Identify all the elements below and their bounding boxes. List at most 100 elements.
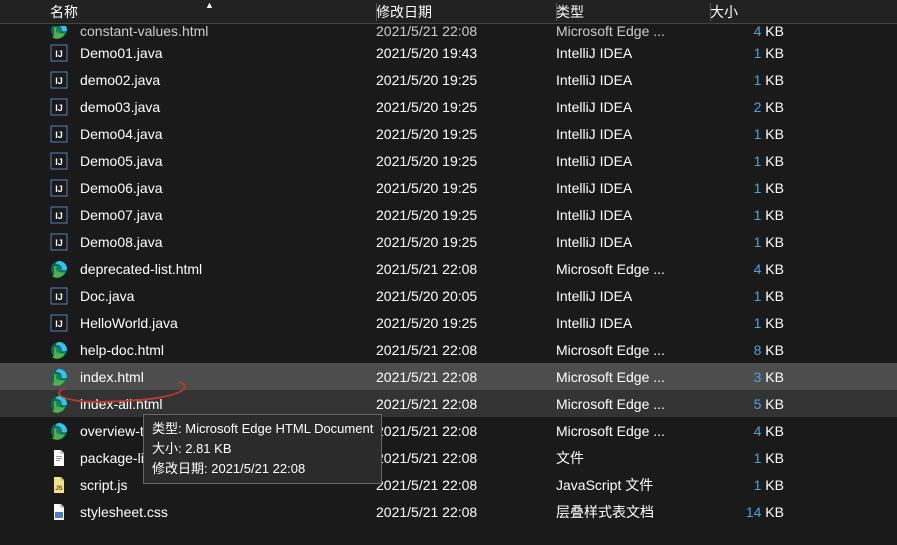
- intellij-icon: [50, 287, 68, 305]
- file-size: 8 KB: [714, 342, 784, 358]
- file-row[interactable]: Demo04.java2021/5/20 19:25IntelliJ IDEA1…: [0, 120, 897, 147]
- file-row[interactable]: package-list2021/5/21 22:08文件1 KB: [0, 444, 897, 471]
- file-row[interactable]: Demo01.java2021/5/20 19:43IntelliJ IDEA1…: [0, 39, 897, 66]
- file-name: index.html: [80, 369, 376, 385]
- file-date: 2021/5/21 22:08: [376, 423, 556, 439]
- file-date: 2021/5/20 20:05: [376, 288, 556, 304]
- file-type: Microsoft Edge ...: [556, 369, 714, 385]
- file-name: demo03.java: [80, 99, 376, 115]
- js-icon: [50, 476, 68, 494]
- file-list: constant-values.html2021/5/21 22:08Micro…: [0, 24, 897, 525]
- file-size: 1 KB: [714, 477, 784, 493]
- file-date: 2021/5/21 22:08: [376, 261, 556, 277]
- file-date: 2021/5/20 19:25: [376, 207, 556, 223]
- intellij-icon: [50, 44, 68, 62]
- file-row[interactable]: index-all.html2021/5/21 22:08Microsoft E…: [0, 390, 897, 417]
- file-size: 1 KB: [714, 153, 784, 169]
- file-row[interactable]: demo03.java2021/5/20 19:25IntelliJ IDEA2…: [0, 93, 897, 120]
- intellij-icon: [50, 71, 68, 89]
- file-date: 2021/5/20 19:25: [376, 180, 556, 196]
- file-size: 4 KB: [714, 26, 784, 39]
- file-row[interactable]: Demo07.java2021/5/20 19:25IntelliJ IDEA1…: [0, 201, 897, 228]
- edge-icon: [50, 368, 68, 386]
- file-size: 1 KB: [714, 72, 784, 88]
- file-size: 1 KB: [714, 207, 784, 223]
- file-size: 14 KB: [714, 504, 784, 520]
- file-type: Microsoft Edge ...: [556, 261, 714, 277]
- intellij-icon: [50, 233, 68, 251]
- tooltip-type-value: Microsoft Edge HTML Document: [185, 421, 373, 436]
- tooltip-size-label: 大小:: [152, 441, 185, 456]
- file-date: 2021/5/20 19:25: [376, 153, 556, 169]
- file-date: 2021/5/20 19:43: [376, 45, 556, 61]
- file-type: JavaScript 文件: [556, 475, 714, 495]
- file-row[interactable]: constant-values.html2021/5/21 22:08Micro…: [0, 26, 897, 39]
- column-separator[interactable]: [376, 3, 377, 21]
- file-row[interactable]: index.html2021/5/21 22:08Microsoft Edge …: [0, 363, 897, 390]
- file-type: Microsoft Edge ...: [556, 396, 714, 412]
- file-date: 2021/5/21 22:08: [376, 477, 556, 493]
- file-name: Demo07.java: [80, 207, 376, 223]
- file-date: 2021/5/20 19:25: [376, 72, 556, 88]
- file-row[interactable]: Doc.java2021/5/20 20:05IntelliJ IDEA1 KB: [0, 282, 897, 309]
- file-date: 2021/5/20 19:25: [376, 126, 556, 142]
- file-type: IntelliJ IDEA: [556, 234, 714, 250]
- file-type: Microsoft Edge ...: [556, 26, 714, 39]
- file-row[interactable]: Demo05.java2021/5/20 19:25IntelliJ IDEA1…: [0, 147, 897, 174]
- file-date: 2021/5/21 22:08: [376, 26, 556, 39]
- file-row[interactable]: stylesheet.css2021/5/21 22:08层叠样式表文档14 K…: [0, 498, 897, 525]
- file-type: IntelliJ IDEA: [556, 180, 714, 196]
- file-date: 2021/5/21 22:08: [376, 504, 556, 520]
- tooltip-date-label: 修改日期:: [152, 461, 211, 476]
- file-type: IntelliJ IDEA: [556, 153, 714, 169]
- file-row[interactable]: Demo08.java2021/5/20 19:25IntelliJ IDEA1…: [0, 228, 897, 255]
- file-tooltip: 类型: Microsoft Edge HTML Document 大小: 2.8…: [143, 414, 382, 484]
- file-row[interactable]: Demo06.java2021/5/20 19:25IntelliJ IDEA1…: [0, 174, 897, 201]
- file-icon: [50, 449, 68, 467]
- file-size: 1 KB: [714, 45, 784, 61]
- intellij-icon: [50, 179, 68, 197]
- file-type: Microsoft Edge ...: [556, 423, 714, 439]
- css-icon: [50, 503, 68, 521]
- intellij-icon: [50, 314, 68, 332]
- tooltip-date-value: 2021/5/21 22:08: [211, 461, 305, 476]
- file-size: 1 KB: [714, 450, 784, 466]
- intellij-icon: [50, 125, 68, 143]
- file-row[interactable]: help-doc.html2021/5/21 22:08Microsoft Ed…: [0, 336, 897, 363]
- file-size: 3 KB: [714, 369, 784, 385]
- file-row[interactable]: HelloWorld.java2021/5/20 19:25IntelliJ I…: [0, 309, 897, 336]
- column-header-type[interactable]: 类型: [556, 2, 710, 22]
- file-date: 2021/5/20 19:25: [376, 315, 556, 331]
- file-type: IntelliJ IDEA: [556, 45, 714, 61]
- file-row[interactable]: deprecated-list.html2021/5/21 22:08Micro…: [0, 255, 897, 282]
- tooltip-type-label: 类型:: [152, 421, 185, 436]
- file-name: Demo06.java: [80, 180, 376, 196]
- file-size: 1 KB: [714, 180, 784, 196]
- file-size: 1 KB: [714, 288, 784, 304]
- intellij-icon: [50, 98, 68, 116]
- file-size: 4 KB: [714, 423, 784, 439]
- file-name: Doc.java: [80, 288, 376, 304]
- file-size: 4 KB: [714, 261, 784, 277]
- file-name: stylesheet.css: [80, 504, 376, 520]
- file-name: Demo04.java: [80, 126, 376, 142]
- file-type: IntelliJ IDEA: [556, 315, 714, 331]
- file-date: 2021/5/21 22:08: [376, 396, 556, 412]
- file-name: demo02.java: [80, 72, 376, 88]
- file-type: 层叠样式表文档: [556, 502, 714, 522]
- sort-ascending-icon: ▲: [205, 0, 214, 10]
- edge-icon: [50, 260, 68, 278]
- file-date: 2021/5/21 22:08: [376, 369, 556, 385]
- file-name: help-doc.html: [80, 342, 376, 358]
- column-header-date[interactable]: 修改日期: [376, 2, 556, 22]
- file-name: index-all.html: [80, 396, 376, 412]
- column-separator[interactable]: [710, 3, 711, 21]
- edge-icon: [50, 26, 68, 39]
- column-header-size[interactable]: 大小: [710, 2, 800, 22]
- file-row[interactable]: demo02.java2021/5/20 19:25IntelliJ IDEA1…: [0, 66, 897, 93]
- intellij-icon: [50, 206, 68, 224]
- file-size: 2 KB: [714, 99, 784, 115]
- column-separator[interactable]: [556, 3, 557, 21]
- file-row[interactable]: script.js2021/5/21 22:08JavaScript 文件1 K…: [0, 471, 897, 498]
- file-row[interactable]: overview-tree.html2021/5/21 22:08Microso…: [0, 417, 897, 444]
